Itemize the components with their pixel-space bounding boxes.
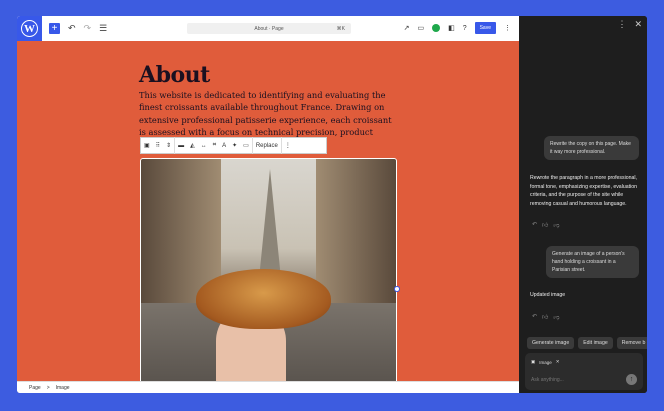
editor-topbar: W + ↶ ↷ ☰ About · Page ⌘K ↗ ▭ ◧ ? Save ⋮ bbox=[17, 16, 519, 41]
panel-options-icon[interactable]: ⋮ bbox=[617, 19, 626, 30]
link-icon[interactable]: ↔ bbox=[198, 143, 210, 149]
paragraph-block[interactable]: This website is dedicated to identifying… bbox=[139, 89, 399, 138]
undo-icon[interactable]: ↶ bbox=[532, 221, 537, 229]
suggestion-edit-image[interactable]: Edit image bbox=[578, 337, 613, 349]
command-palette[interactable]: About · Page ⌘K bbox=[187, 23, 351, 34]
remove-attachment-icon[interactable]: ✕ bbox=[556, 359, 560, 365]
options-menu-icon[interactable]: ⋮ bbox=[504, 24, 511, 32]
attachment-chip: ▣ Image ✕ bbox=[531, 359, 560, 365]
document-overview-icon[interactable]: ☰ bbox=[99, 23, 107, 34]
assistant-message: Updated image bbox=[530, 292, 566, 298]
page-title[interactable]: About bbox=[139, 62, 210, 88]
eiffel-tower bbox=[259, 169, 281, 279]
send-button[interactable]: ↑ bbox=[626, 374, 637, 385]
undo-icon[interactable]: ↶ bbox=[68, 23, 76, 34]
user-message: Generate an image of a person's hand hol… bbox=[546, 246, 639, 278]
help-icon[interactable]: ? bbox=[463, 25, 467, 32]
replace-button[interactable]: Replace bbox=[253, 143, 281, 149]
resize-handle[interactable] bbox=[394, 286, 400, 292]
plugin-icon[interactable] bbox=[432, 24, 441, 32]
settings-sidebar-icon[interactable]: ◧ bbox=[448, 24, 455, 32]
editor: W + ↶ ↷ ☰ About · Page ⌘K ↗ ▭ ◧ ? Save ⋮ … bbox=[17, 16, 519, 393]
breadcrumb: Page > Image bbox=[17, 381, 519, 393]
close-icon[interactable]: ✕ bbox=[634, 19, 642, 30]
breadcrumb-page[interactable]: Page bbox=[29, 385, 41, 391]
more-options-icon[interactable]: ⋮ bbox=[282, 142, 294, 149]
chat-input-box: ▣Image✕ ↑ bbox=[525, 353, 643, 390]
ai-chat-panel: ⋮ ✕ Rewrite the copy on this page. Make i… bbox=[519, 16, 647, 393]
undo-icon[interactable]: ↶ bbox=[532, 313, 537, 321]
user-message: Rewrite the copy on this page. Make it w… bbox=[544, 136, 639, 160]
thumbs-down-icon[interactable]: 👎︎ bbox=[553, 221, 559, 229]
block-toolbar: ▣ ⠿ ⇕ ▬ ◭ ↔ ⌗ A ✦ ▭ Replace ⋮ bbox=[140, 137, 327, 154]
add-block-button[interactable]: + bbox=[49, 23, 60, 34]
redo-icon[interactable]: ↷ bbox=[84, 23, 92, 34]
suggestion-remove-background[interactable]: Remove b bbox=[616, 337, 647, 349]
app-window: W + ↶ ↷ ☰ About · Page ⌘K ↗ ▭ ◧ ? Save ⋮ … bbox=[17, 16, 647, 393]
save-button[interactable]: Save bbox=[474, 22, 496, 34]
image-icon: ▣ bbox=[531, 359, 536, 364]
editor-canvas: About This website is dedicated to ident… bbox=[17, 41, 519, 381]
thumbs-up-icon[interactable]: 👍︎ bbox=[542, 313, 548, 321]
crop-icon[interactable]: ⌗ bbox=[210, 142, 219, 149]
ai-sparkle-icon[interactable]: ✦ bbox=[229, 142, 240, 149]
thumbs-up-icon[interactable]: 👍︎ bbox=[542, 221, 548, 229]
device-preview-icon[interactable]: ▭ bbox=[417, 24, 424, 32]
text-overlay-icon[interactable]: A bbox=[219, 143, 229, 149]
wordpress-logo[interactable]: W bbox=[17, 16, 42, 41]
breadcrumb-image[interactable]: Image bbox=[56, 385, 70, 391]
caption-icon[interactable]: ▭ bbox=[240, 142, 252, 149]
move-up-down-icon[interactable]: ⇕ bbox=[163, 142, 174, 149]
suggestion-generate-image[interactable]: Generate image bbox=[527, 337, 575, 349]
filter-icon[interactable]: ◭ bbox=[187, 142, 198, 149]
croissant bbox=[196, 269, 331, 329]
assistant-message: Rewrote the paragraph in a more professi… bbox=[530, 175, 637, 207]
thumbs-down-icon[interactable]: 👎︎ bbox=[553, 313, 559, 321]
chat-input[interactable] bbox=[531, 377, 621, 383]
image-block-icon[interactable]: ▣ bbox=[141, 142, 153, 149]
croissant-image[interactable] bbox=[140, 158, 397, 381]
view-external-icon[interactable]: ↗ bbox=[404, 24, 410, 32]
align-icon[interactable]: ▬ bbox=[175, 143, 187, 149]
drag-handle-icon[interactable]: ⠿ bbox=[153, 142, 163, 149]
